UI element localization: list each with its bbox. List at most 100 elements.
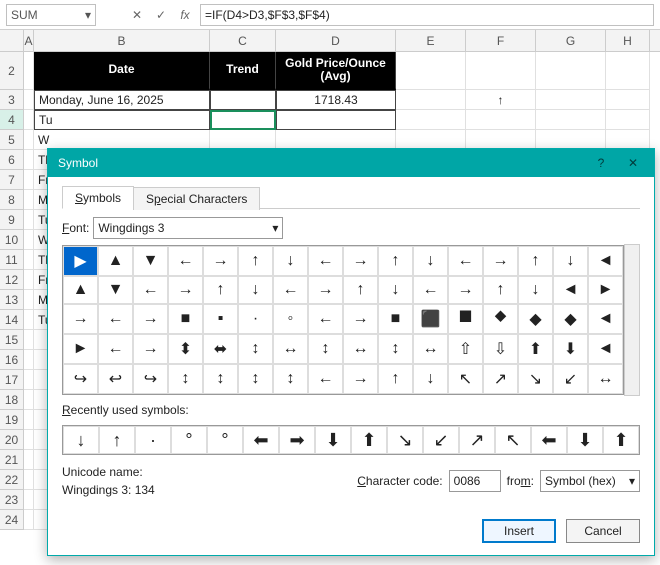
- cell[interactable]: [606, 90, 650, 110]
- row-header[interactable]: 9: [0, 210, 24, 230]
- cell[interactable]: [210, 130, 276, 150]
- dialog-titlebar[interactable]: Symbol ? ✕: [48, 149, 654, 177]
- recent-symbol-cell[interactable]: ↓: [63, 426, 99, 454]
- symbol-cell[interactable]: ·: [238, 304, 273, 334]
- symbol-cell[interactable]: →: [133, 334, 168, 364]
- symbol-cell[interactable]: ↑: [238, 246, 273, 276]
- col-header[interactable]: G: [536, 30, 606, 51]
- row-header[interactable]: 11: [0, 250, 24, 270]
- cell[interactable]: [396, 130, 466, 150]
- symbol-cell[interactable]: ⬆: [518, 334, 553, 364]
- symbol-cell[interactable]: ▶: [63, 246, 98, 276]
- cell[interactable]: [24, 490, 34, 510]
- col-header[interactable]: A: [24, 30, 34, 51]
- symbol-cell[interactable]: ↙: [553, 364, 588, 394]
- recent-symbol-cell[interactable]: ⬆: [603, 426, 639, 454]
- cancel-button[interactable]: Cancel: [566, 519, 640, 543]
- col-header[interactable]: F: [466, 30, 536, 51]
- row-header[interactable]: 24: [0, 510, 24, 530]
- cell[interactable]: 1718.43: [276, 90, 396, 110]
- row-header[interactable]: 2: [0, 52, 24, 90]
- symbol-cell[interactable]: ↓: [273, 246, 308, 276]
- recent-symbol-cell[interactable]: ↖: [495, 426, 531, 454]
- symbol-cell[interactable]: ↑: [518, 246, 553, 276]
- symbol-cell[interactable]: ↑: [378, 246, 413, 276]
- symbol-cell[interactable]: ↑: [203, 276, 238, 304]
- symbol-cell[interactable]: →: [133, 304, 168, 334]
- symbol-cell[interactable]: →: [483, 246, 518, 276]
- row-header[interactable]: 17: [0, 370, 24, 390]
- symbol-cell[interactable]: ↔: [413, 334, 448, 364]
- col-header[interactable]: B: [34, 30, 210, 51]
- cell-header-trend[interactable]: Trend: [210, 52, 276, 90]
- symbol-cell[interactable]: ⇧: [448, 334, 483, 364]
- cell[interactable]: ↑: [466, 90, 536, 110]
- cell-active[interactable]: [210, 110, 276, 130]
- tab-special-characters[interactable]: Special Characters: [133, 187, 260, 210]
- row-header[interactable]: 8: [0, 190, 24, 210]
- cell[interactable]: [210, 90, 276, 110]
- cell[interactable]: [24, 52, 34, 90]
- cell[interactable]: [466, 52, 536, 90]
- symbol-cell[interactable]: ↗: [483, 364, 518, 394]
- symbol-cell[interactable]: ▼: [133, 246, 168, 276]
- symbol-cell[interactable]: ▲: [98, 246, 133, 276]
- cell[interactable]: [24, 410, 34, 430]
- symbol-cell[interactable]: ↩: [98, 364, 133, 394]
- recent-symbol-cell[interactable]: ⬅: [531, 426, 567, 454]
- cell[interactable]: [24, 330, 34, 350]
- row-header[interactable]: 4: [0, 110, 24, 130]
- cell[interactable]: [396, 52, 466, 90]
- recent-symbol-cell[interactable]: ·: [135, 426, 171, 454]
- cell[interactable]: [24, 250, 34, 270]
- cell[interactable]: W: [34, 130, 210, 150]
- symbol-cell[interactable]: ◄: [553, 276, 588, 304]
- symbol-cell[interactable]: ←: [448, 246, 483, 276]
- symbol-cell[interactable]: ←: [98, 334, 133, 364]
- symbol-cell[interactable]: →: [308, 276, 343, 304]
- symbol-cell[interactable]: ←: [168, 246, 203, 276]
- symbol-cell[interactable]: ■: [168, 304, 203, 334]
- cell[interactable]: [24, 450, 34, 470]
- col-header[interactable]: H: [606, 30, 650, 51]
- row-header[interactable]: 3: [0, 90, 24, 110]
- symbol-cell[interactable]: ↕: [238, 334, 273, 364]
- recent-symbol-cell[interactable]: °: [207, 426, 243, 454]
- symbol-cell[interactable]: ◄: [588, 246, 623, 276]
- cell[interactable]: [24, 190, 34, 210]
- recent-symbol-cell[interactable]: ↗: [459, 426, 495, 454]
- row-header[interactable]: 10: [0, 230, 24, 250]
- cell[interactable]: [24, 430, 34, 450]
- symbol-cell[interactable]: ↓: [413, 364, 448, 394]
- recent-symbol-cell[interactable]: °: [171, 426, 207, 454]
- recent-symbol-cell[interactable]: ➡: [279, 426, 315, 454]
- symbol-cell[interactable]: ◄: [588, 304, 623, 334]
- row-header[interactable]: 7: [0, 170, 24, 190]
- col-header[interactable]: E: [396, 30, 466, 51]
- row-header[interactable]: 22: [0, 470, 24, 490]
- symbol-cell[interactable]: ←: [308, 304, 343, 334]
- cancel-formula-icon[interactable]: ✕: [128, 6, 146, 24]
- row-header[interactable]: 18: [0, 390, 24, 410]
- charcode-input[interactable]: 0086: [449, 470, 501, 492]
- row-header[interactable]: 5: [0, 130, 24, 150]
- cell[interactable]: [276, 130, 396, 150]
- row-header[interactable]: 19: [0, 410, 24, 430]
- symbol-cell[interactable]: ←: [98, 304, 133, 334]
- symbol-cell[interactable]: ⇩: [483, 334, 518, 364]
- symbol-cell[interactable]: ↖: [448, 364, 483, 394]
- tab-symbols[interactable]: Symbols: [62, 186, 134, 209]
- recent-symbol-cell[interactable]: ⬆: [351, 426, 387, 454]
- fx-icon[interactable]: fx: [176, 6, 194, 24]
- symbol-cell[interactable]: ■: [378, 304, 413, 334]
- cell[interactable]: [24, 270, 34, 290]
- symbol-cell[interactable]: ↪: [63, 364, 98, 394]
- symbol-cell[interactable]: ↪: [133, 364, 168, 394]
- symbol-cell[interactable]: ⬍: [168, 334, 203, 364]
- symbol-cell[interactable]: ↕: [273, 364, 308, 394]
- formula-input[interactable]: =IF(D4>D3,$F$3,$F$4): [200, 4, 654, 26]
- cell[interactable]: [536, 110, 606, 130]
- symbol-cell[interactable]: ↑: [378, 364, 413, 394]
- symbol-cell[interactable]: ⬇: [553, 334, 588, 364]
- cell[interactable]: [24, 310, 34, 330]
